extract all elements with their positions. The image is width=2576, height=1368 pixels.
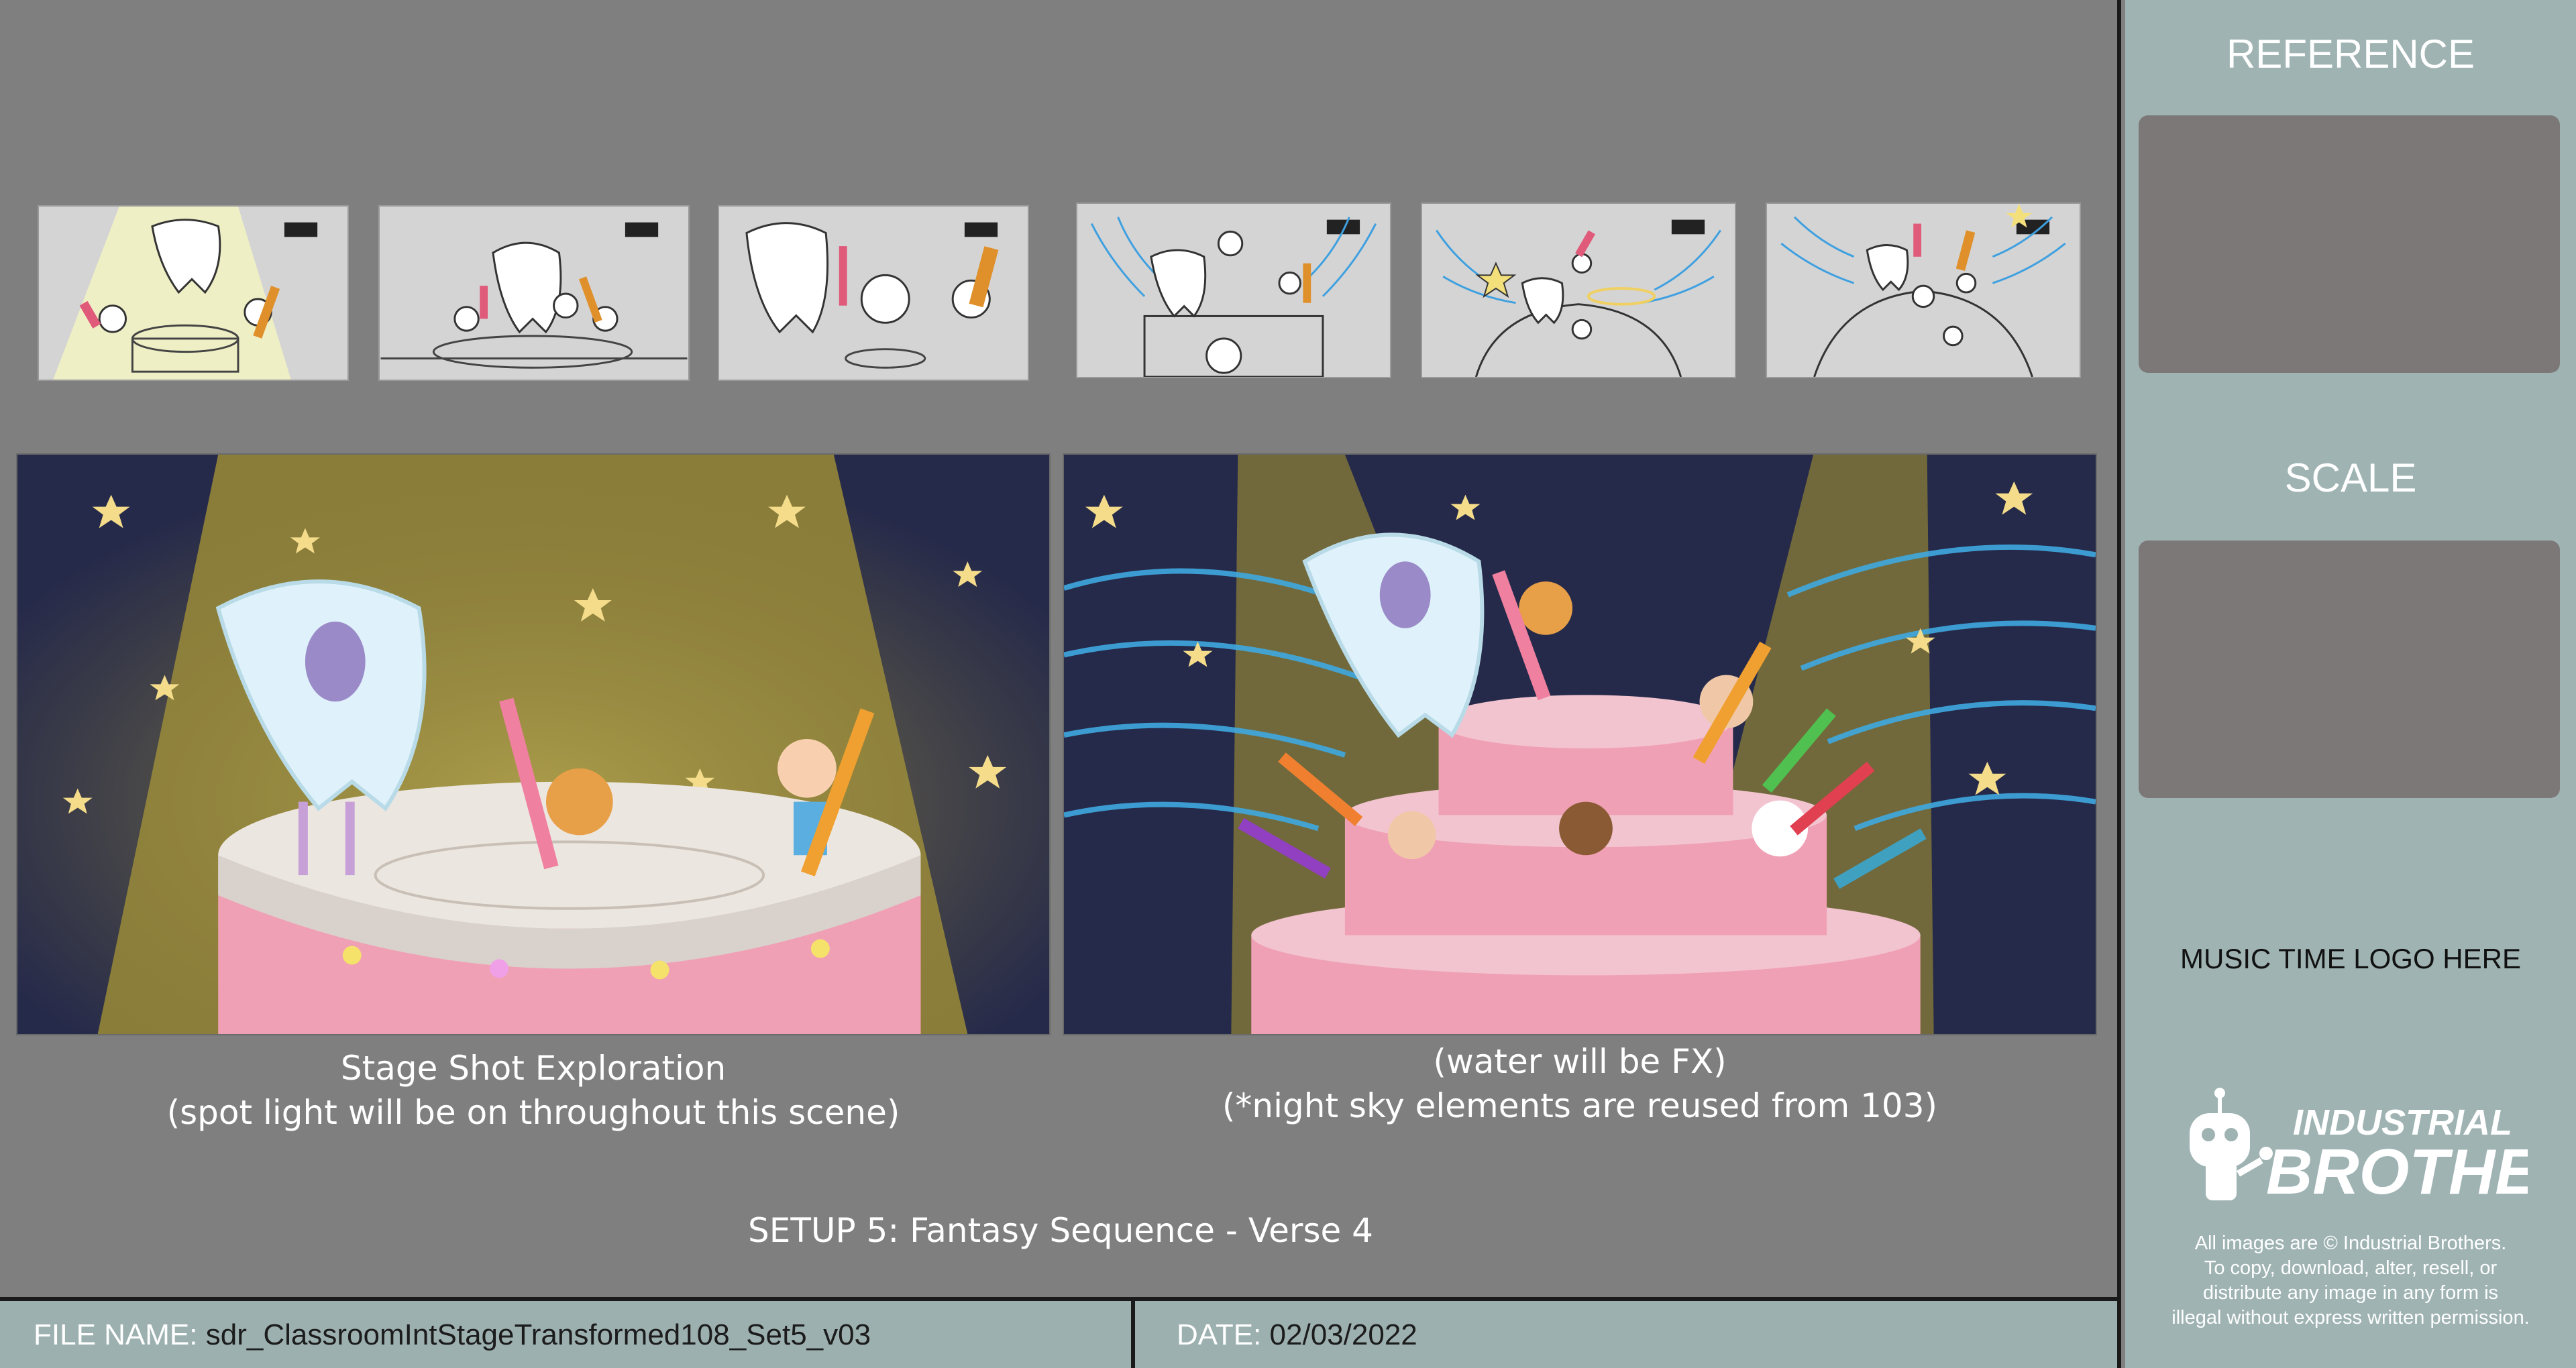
industrial-brothers-logo: INDUSTRIAL BROTHERS: [2190, 1088, 2528, 1208]
sketch-image: [1423, 204, 1734, 377]
sketch-image: [720, 207, 1027, 380]
right-caption: (water will be FX) (*night sky elements …: [1063, 1039, 2097, 1128]
stage-shot-image: [17, 455, 1049, 1034]
fantasy-cake-image: [1064, 455, 2096, 1034]
right-caption-line1: (water will be FX): [1433, 1042, 1727, 1081]
storyboard-thumbnail-6[interactable]: [1766, 203, 2081, 378]
file-name-field: FILE NAME: sdr_ClassroomIntStageTransfor…: [34, 1318, 871, 1352]
sketch-image: [40, 207, 347, 380]
sketch-image: [1078, 204, 1389, 377]
storyboard-thumbnail-5[interactable]: [1421, 203, 1736, 378]
date-label: DATE:: [1177, 1318, 1262, 1351]
right-caption-line2: (*night sky elements are reused from 103…: [1222, 1086, 1938, 1125]
storyboard-thumbnail-2[interactable]: [378, 205, 690, 381]
left-caption-line2: (spot light will be on throughout this s…: [166, 1093, 900, 1132]
copyright-line: illegal without express written permissi…: [2171, 1307, 2530, 1328]
storyboard-board: Stage Shot Exploration (spot light will …: [0, 0, 2121, 1297]
copyright-line: All images are © Industrial Brothers.: [2194, 1233, 2507, 1254]
left-caption-line1: Stage Shot Exploration: [340, 1049, 727, 1088]
storyboard-thumbnail-3[interactable]: [718, 205, 1029, 381]
left-caption: Stage Shot Exploration (spot light will …: [16, 1046, 1051, 1135]
copyright-line: To copy, download, alter, resell, or: [2204, 1257, 2498, 1279]
fantasy-cake-panel[interactable]: [1063, 453, 2097, 1035]
date-value: 02/03/2022: [1269, 1318, 1417, 1351]
storyboard-thumbnail-1[interactable]: [38, 205, 349, 381]
footer-divider: [1131, 1301, 1135, 1368]
storyboard-thumbnail-4[interactable]: [1076, 203, 1391, 378]
reference-image-slot[interactable]: [2139, 115, 2560, 373]
logo-text-line2: BROTHERS: [2266, 1136, 2528, 1208]
file-name-label: FILE NAME:: [34, 1318, 198, 1351]
file-name-value: sdr_ClassroomIntStageTransformed108_Set5…: [205, 1318, 871, 1351]
robot-icon: [2190, 1088, 2273, 1200]
sketch-image: [380, 207, 688, 380]
stage-shot-panel[interactable]: [16, 453, 1051, 1035]
scale-heading: SCALE: [2284, 455, 2417, 500]
date-field: DATE: 02/03/2022: [1177, 1318, 1417, 1352]
copyright-notice: All images are © Industrial Brothers. To…: [2125, 1231, 2576, 1330]
setup-title: SETUP 5: Fantasy Sequence - Verse 4: [748, 1211, 1373, 1250]
music-time-logo-placeholder: MUSIC TIME LOGO HERE: [2180, 943, 2521, 974]
sidebar: REFERENCE SCALE MUSIC TIME LOGO HERE IND…: [2125, 0, 2576, 1368]
reference-heading: REFERENCE: [2226, 32, 2475, 76]
sketch-image: [1768, 204, 2079, 377]
scale-image-slot[interactable]: [2139, 540, 2560, 798]
copyright-line: distribute any image in any form is: [2202, 1282, 2499, 1304]
footer-bar: FILE NAME: sdr_ClassroomIntStageTransfor…: [0, 1297, 2121, 1368]
